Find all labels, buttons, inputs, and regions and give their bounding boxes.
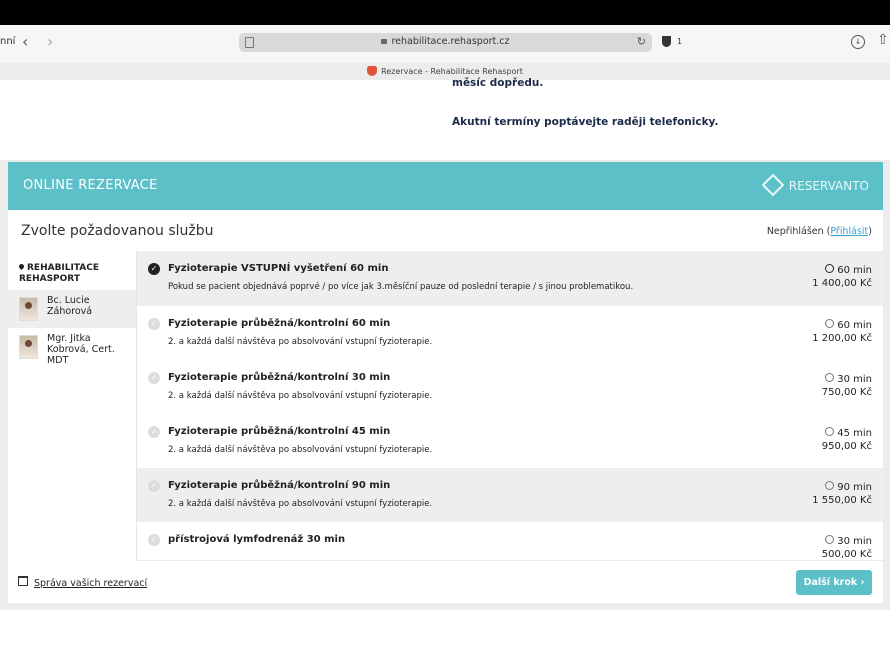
service-title: Fyzioterapie průběžná/kontrolní 90 min [168,480,391,491]
reservation-panel: ONLINE REZERVACE RESERVANTO Zvolte požad… [8,162,883,603]
service-item[interactable]: ✓ Fyzioterapie průběžná/kontrolní 45 min… [137,414,883,469]
avatar [19,335,38,359]
service-item[interactable]: ✓ Fyzioterapie VSTUPNÍ vyšetření 60 min … [137,251,883,306]
address-bar[interactable]: rehabilitace.rehasport.cz ↻ [239,33,652,52]
avatar [19,297,38,321]
service-duration: 30 min [837,374,872,385]
service-duration: 90 min [837,482,872,493]
service-description: 2. a každá další návštěva po absolvování… [168,499,433,509]
notice-top: měsíc dopředu. [452,77,544,89]
shield-icon[interactable] [662,36,671,47]
service-duration: 60 min [837,320,872,331]
download-icon[interactable]: ↓ [851,35,865,49]
service-duration: 45 min [837,428,872,439]
back-label: nní [0,36,16,47]
service-title: Fyzioterapie VSTUPNÍ vyšetření 60 min [168,263,389,274]
bottom-corner-tab [0,654,86,664]
check-icon: ✓ [148,480,160,492]
service-item[interactable]: ✓ Fyzioterapie průběžná/kontrolní 30 min… [137,360,883,415]
sidebar: REHABILITACE REHASPORT Bc. Lucie Záhorov… [8,251,137,561]
service-item[interactable]: ✓ Fyzioterapie průběžná/kontrolní 90 min… [137,468,883,523]
service-price: 500,00 Kč [821,549,872,560]
service-description: 2. a každá další návštěva po absolvování… [168,445,433,455]
check-icon: ✓ [148,318,160,330]
check-icon: ✓ [148,534,160,546]
service-title: Fyzioterapie průběžná/kontrolní 60 min [168,318,391,329]
share-icon[interactable]: ⇧ [877,32,889,48]
service-duration: 30 min [837,536,872,547]
sidebar-item-person[interactable]: Bc. Lucie Záhorová [8,290,136,328]
service-title: Fyzioterapie průběžná/kontrolní 45 min [168,426,391,437]
login-status: Nepřihlášen (Přihlásit) [766,226,872,237]
service-description: 2. a každá další návštěva po absolvování… [168,391,433,401]
panel-header: ONLINE REZERVACE RESERVANTO [8,162,883,210]
service-title: Fyzioterapie průběžná/kontrolní 30 min [168,372,391,383]
shield-count: 1 [677,37,683,46]
clock-icon [825,264,835,273]
sidebar-item-location[interactable]: REHABILITACE REHASPORT [17,262,129,285]
reservanto-logo: RESERVANTO [761,173,869,197]
forward-chevron-icon[interactable]: › [47,32,53,52]
clock-icon [825,535,835,544]
clock-icon [825,427,835,436]
panel-footer: Správa vašich rezervací Další krok › [8,561,883,603]
person-name: Mgr. Jitka Kobrová, Cert. MDT [47,333,115,366]
page-title: Zvolte požadovanou službu [21,223,214,239]
notice-phone: Akutní termíny poptávejte raději telefon… [452,116,719,128]
login-link[interactable]: Přihlásit [830,226,868,237]
reload-icon[interactable]: ↻ [637,35,646,48]
calendar-icon [18,576,28,586]
map-pin-icon [17,262,26,271]
top-black-bar [0,0,890,25]
service-item[interactable]: ✓ Fyzioterapie průběžná/kontrolní 60 min… [137,306,883,361]
next-step-button[interactable]: Další krok › [796,570,872,595]
check-icon: ✓ [148,372,160,384]
sidebar-item-person[interactable]: Mgr. Jitka Kobrová, Cert. MDT [8,328,136,378]
lock-icon [381,39,388,44]
service-price: 1 550,00 Kč [812,495,872,506]
service-item[interactable]: ✓ přístrojová lymfodrenáž 30 min 30 min … [137,522,883,561]
service-description: 2. a každá další návštěva po absolvování… [168,337,433,347]
clock-icon [825,319,835,328]
service-price: 1 200,00 Kč [812,333,872,344]
service-price: 1 400,00 Kč [812,278,872,289]
reservation-widget: ONLINE REZERVACE RESERVANTO Zvolte požad… [0,160,890,610]
service-description: Pokud se pacient objednává poprvé / po v… [168,282,634,292]
tab-title[interactable]: Rezervace - Rehabilitace Rehasport [0,66,890,76]
service-price: 750,00 Kč [821,387,872,398]
clock-icon [825,373,835,382]
clock-icon [825,481,835,490]
reservanto-logo-icon [761,173,785,197]
service-duration: 60 min [837,265,872,276]
panel-title: ONLINE REZERVACE [23,178,158,193]
page-content: měsíc dopředu. Akutní termíny poptávejte… [0,77,890,664]
check-icon: ✓ [148,426,160,438]
manage-reservations-link[interactable]: Správa vašich rezervací [18,576,147,589]
check-icon: ✓ [148,263,160,275]
back-chevron-icon[interactable]: ‹ [22,32,28,52]
service-title: přístrojová lymfodrenáž 30 min [168,534,346,545]
favicon-icon [367,66,378,76]
person-name: Bc. Lucie Záhorová [47,295,93,317]
url-text: rehabilitace.rehasport.cz [391,36,510,47]
service-price: 950,00 Kč [821,441,872,452]
